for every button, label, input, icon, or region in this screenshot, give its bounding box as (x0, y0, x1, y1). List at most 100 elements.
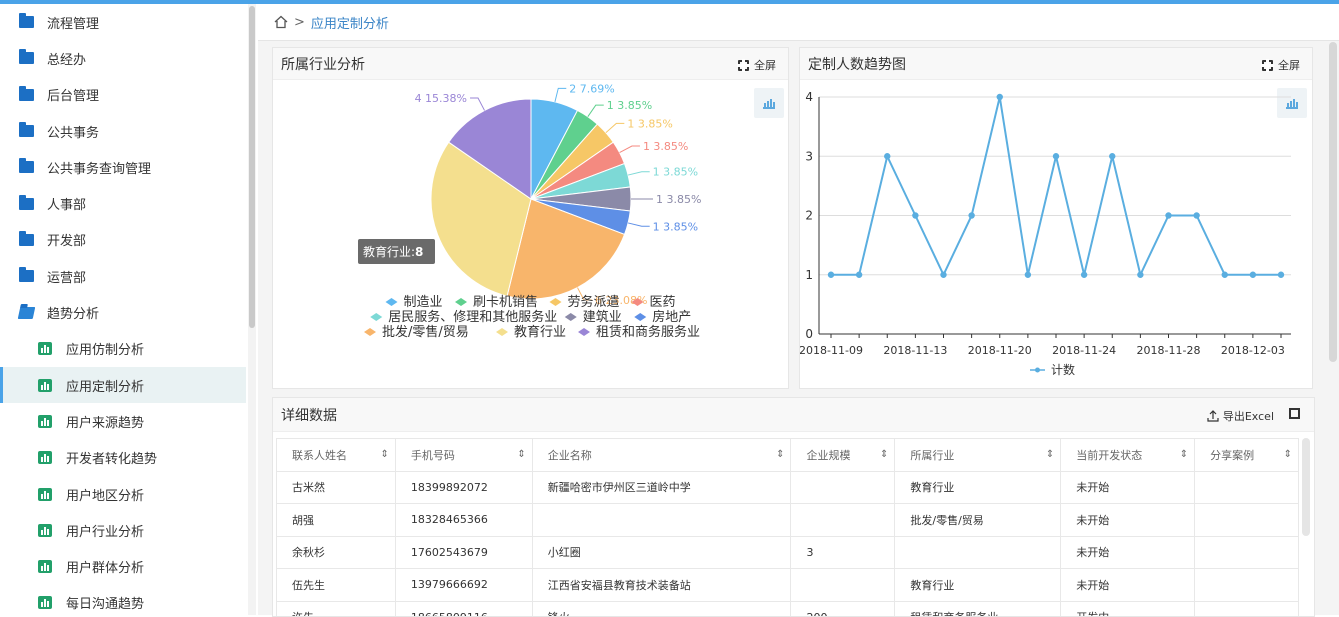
column-header[interactable]: 分享案例 (1195, 439, 1299, 471)
table-cell: 13979666692 (396, 569, 533, 601)
data-point[interactable] (1109, 153, 1115, 159)
legend-item[interactable]: 房地产 (634, 309, 691, 325)
sidebar-item[interactable]: 用户群体分析 (0, 548, 246, 584)
legend-marker (370, 313, 382, 321)
data-point[interactable] (968, 212, 974, 218)
sidebar-group[interactable]: 开发部 (0, 222, 246, 258)
table-cell: 未开始 (1061, 537, 1195, 569)
data-table: 联系人姓名手机号码企业名称企业规模所属行业当前开发状态分享案例古米然183998… (276, 438, 1299, 617)
line-fullscreen-button[interactable]: 全屏 (1262, 57, 1300, 73)
pie-slice-label: 4 15.38% (415, 92, 467, 105)
data-point[interactable] (1165, 212, 1171, 218)
pie-label-line (555, 88, 566, 102)
folder-icon (19, 52, 34, 64)
sidebar-group[interactable]: 人事部 (0, 185, 246, 221)
data-point[interactable] (1222, 272, 1228, 278)
table-cell (1195, 504, 1299, 536)
table-row[interactable]: 胡强18328465366批发/零售/贸易未开始 (277, 504, 1299, 537)
home-icon[interactable] (274, 15, 288, 29)
table-cell (1195, 569, 1299, 601)
data-point[interactable] (884, 153, 890, 159)
legend-label: 教育行业 (514, 324, 566, 340)
sidebar-group-label: 公共事务 (47, 122, 99, 141)
line-legend-item[interactable]: 计数 (1030, 362, 1075, 377)
column-header[interactable]: 手机号码 (396, 439, 533, 471)
sidebar-group[interactable]: 运营部 (0, 258, 246, 294)
sidebar-item[interactable]: 用户行业分析 (0, 512, 246, 548)
legend-marker (550, 298, 562, 306)
sidebar-item[interactable]: 用户来源趋势 (0, 403, 246, 439)
breadcrumb-current[interactable]: 应用定制分析 (311, 13, 389, 32)
folder-icon (19, 234, 34, 246)
legend-item[interactable]: 教育行业 (496, 324, 566, 340)
sidebar-item[interactable]: 用户地区分析 (0, 476, 246, 512)
x-tick-label: 2018-11-28 (1137, 344, 1201, 357)
legend-item[interactable]: 劳务派遣 (550, 294, 620, 310)
legend-item[interactable]: 刷卡机销售 (455, 294, 538, 310)
pie-slice-label: 1 3.85% (607, 99, 652, 112)
table-row[interactable]: 古米然18399892072新疆哈密市伊州区三道岭中学教育行业未开始 (277, 472, 1299, 505)
legend-label: 建筑业 (583, 309, 622, 325)
x-tick-label: 2018-12-03 (1221, 344, 1285, 357)
sidebar-item[interactable]: 开发者转化趋势 (0, 440, 246, 476)
legend-item[interactable]: 租赁和商务服务业 (578, 324, 700, 340)
data-point[interactable] (940, 272, 946, 278)
table-cell: 新疆哈密市伊州区三道岭中学 (533, 472, 792, 504)
data-point[interactable] (1025, 272, 1031, 278)
line-panel-title: 定制人数趋势图 (808, 54, 906, 74)
column-header[interactable]: 企业名称 (533, 439, 792, 471)
table-row[interactable]: 余秋杉17602543679小红圈3未开始 (277, 537, 1299, 570)
line-chart: 012342018-11-092018-11-132018-11-202018-… (800, 80, 1312, 388)
folder-icon (19, 161, 34, 173)
sidebar-group[interactable]: 公共事务 (0, 113, 246, 149)
data-point[interactable] (1081, 272, 1087, 278)
column-header[interactable]: 企业规模 (791, 439, 895, 471)
sidebar-item[interactable]: 每日沟通趋势 (0, 585, 246, 615)
sidebar-item-label: 用户群体分析 (66, 557, 144, 576)
x-tick-label: 2018-11-09 (800, 344, 863, 357)
legend-item[interactable]: 居民服务、修理和其他服务业 (370, 309, 557, 325)
sidebar-item[interactable]: 应用仿制分析 (0, 331, 246, 367)
data-point[interactable] (1278, 272, 1284, 278)
data-point[interactable] (828, 272, 834, 278)
table-cell: 18399892072 (396, 472, 533, 504)
data-point[interactable] (997, 94, 1003, 100)
legend-label: 医药 (650, 295, 676, 310)
data-point[interactable] (1053, 153, 1059, 159)
pie-slice-label: 1 3.85% (653, 220, 698, 233)
export-excel-button[interactable]: 导出Excel (1207, 408, 1274, 424)
pie-label-line (588, 105, 604, 117)
sidebar-scrollbar-thumb[interactable] (249, 6, 255, 328)
legend-item[interactable]: 制造业 (386, 295, 443, 310)
sidebar-group[interactable]: 后台管理 (0, 77, 246, 113)
pie-fullscreen-button[interactable]: 全屏 (738, 57, 776, 73)
legend-item[interactable]: 批发/零售/贸易 (364, 324, 469, 340)
data-point[interactable] (856, 272, 862, 278)
column-header[interactable]: 当前开发状态 (1061, 439, 1195, 471)
data-point[interactable] (1193, 212, 1199, 218)
main-scrollbar[interactable] (1329, 42, 1337, 362)
column-header[interactable]: 所属行业 (895, 439, 1061, 471)
column-header[interactable]: 联系人姓名 (277, 439, 396, 471)
sidebar-group[interactable]: 总经办 (0, 40, 246, 76)
sidebar-group[interactable]: 公共事务查询管理 (0, 149, 246, 185)
data-point[interactable] (1250, 272, 1256, 278)
sidebar-group-label: 总经办 (47, 49, 86, 68)
folder-icon (19, 89, 34, 101)
sidebar-group[interactable]: 趋势分析 (0, 294, 246, 330)
data-point[interactable] (912, 212, 918, 218)
line-legend-label: 计数 (1051, 362, 1075, 377)
sidebar-item-label: 用户来源趋势 (66, 412, 144, 431)
data-point[interactable] (1137, 272, 1143, 278)
table-scrollbar[interactable] (1302, 438, 1310, 536)
table-row[interactable]: 伍先生13979666692江西省安福县教育技术装备站教育行业未开始 (277, 569, 1299, 602)
detail-fullscreen-icon[interactable] (1289, 408, 1300, 419)
sidebar-item-label: 用户地区分析 (66, 485, 144, 504)
x-tick-label: 2018-11-20 (968, 344, 1032, 357)
sidebar-scrollbar[interactable] (248, 4, 256, 615)
line-panel: 定制人数趋势图 全屏 012342018-11-092018-11-132018… (799, 47, 1313, 389)
sidebar-item[interactable]: 应用定制分析 (0, 367, 246, 403)
legend-item[interactable]: 建筑业 (565, 309, 622, 325)
sidebar-group[interactable]: 流程管理 (0, 4, 246, 40)
table-cell: 教育行业 (895, 569, 1061, 601)
